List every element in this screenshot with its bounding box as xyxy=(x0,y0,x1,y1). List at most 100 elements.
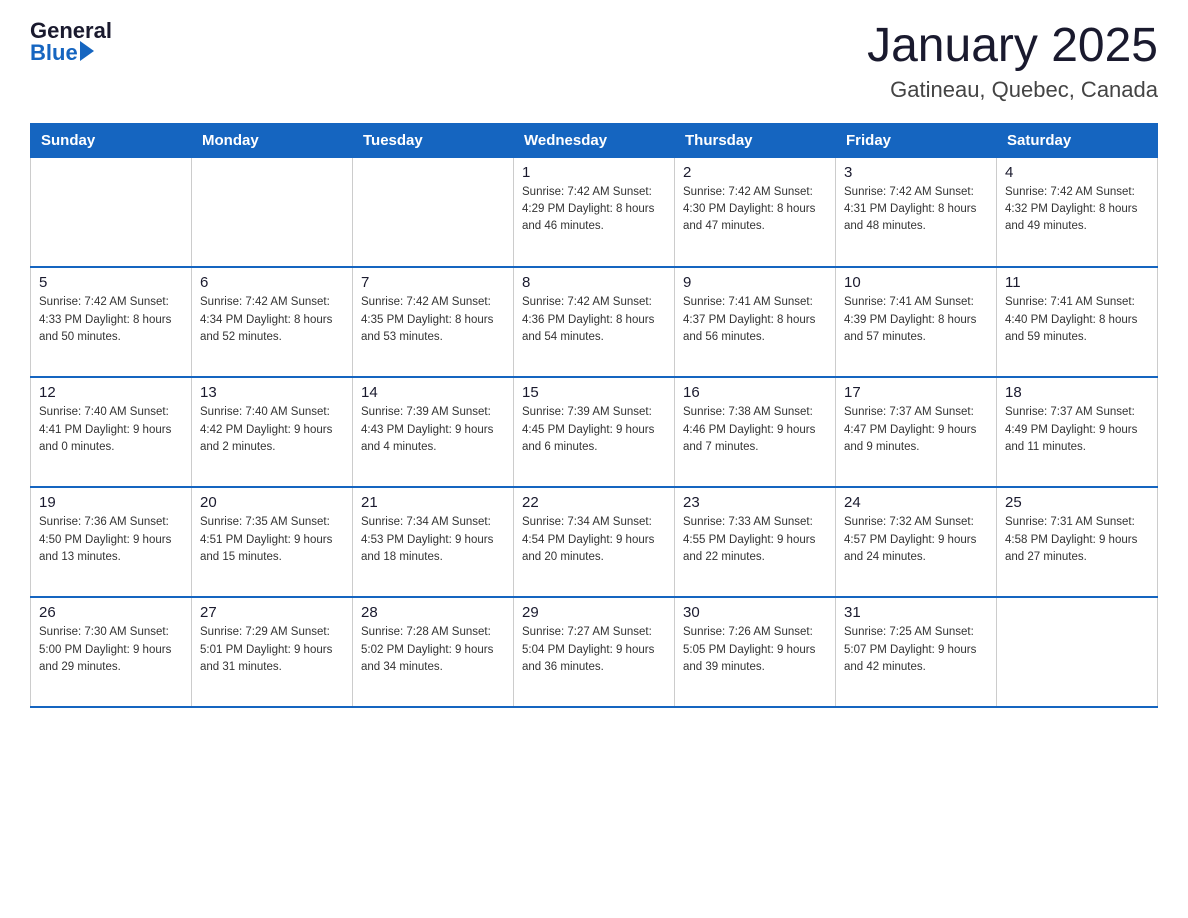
header-cell-thursday: Thursday xyxy=(675,123,836,157)
day-cell xyxy=(353,157,514,267)
title-area: January 2025 Gatineau, Quebec, Canada xyxy=(867,20,1158,103)
day-info: Sunrise: 7:29 AM Sunset: 5:01 PM Dayligh… xyxy=(200,624,344,676)
day-number: 24 xyxy=(844,494,988,511)
day-info: Sunrise: 7:40 AM Sunset: 4:41 PM Dayligh… xyxy=(39,404,183,456)
logo-arrow-icon xyxy=(80,41,94,61)
day-info: Sunrise: 7:36 AM Sunset: 4:50 PM Dayligh… xyxy=(39,514,183,566)
day-cell: 4Sunrise: 7:42 AM Sunset: 4:32 PM Daylig… xyxy=(997,157,1158,267)
day-info: Sunrise: 7:40 AM Sunset: 4:42 PM Dayligh… xyxy=(200,404,344,456)
day-info: Sunrise: 7:42 AM Sunset: 4:32 PM Dayligh… xyxy=(1005,184,1149,236)
header-cell-sunday: Sunday xyxy=(31,123,192,157)
day-cell: 1Sunrise: 7:42 AM Sunset: 4:29 PM Daylig… xyxy=(514,157,675,267)
day-number: 23 xyxy=(683,494,827,511)
day-cell: 19 Sunrise: 7:36 AM Sunset: 4:50 PM Dayli… xyxy=(31,487,192,597)
day-info: Sunrise: 7:42 AM Sunset: 4:36 PM Dayligh… xyxy=(522,294,666,346)
day-number: 1 xyxy=(522,164,666,181)
day-number: 26 xyxy=(39,604,183,621)
day-number: 3 xyxy=(844,164,988,181)
day-number: 19 xyxy=(39,494,183,511)
day-info: Sunrise: 7:27 AM Sunset: 5:04 PM Dayligh… xyxy=(522,624,666,676)
day-cell: 2Sunrise: 7:42 AM Sunset: 4:30 PM Daylig… xyxy=(675,157,836,267)
day-number: 5 xyxy=(39,274,183,291)
day-number: 27 xyxy=(200,604,344,621)
day-number: 31 xyxy=(844,604,988,621)
week-row-4: 19 Sunrise: 7:36 AM Sunset: 4:50 PM Dayli… xyxy=(31,487,1158,597)
header-cell-wednesday: Wednesday xyxy=(514,123,675,157)
day-number: 2 xyxy=(683,164,827,181)
day-cell: 26 Sunrise: 7:30 AM Sunset: 5:00 PM Dayli… xyxy=(31,597,192,707)
day-cell: 6 Sunrise: 7:42 AM Sunset: 4:34 PM Daylig… xyxy=(192,267,353,377)
day-number: 21 xyxy=(361,494,505,511)
day-number: 6 xyxy=(200,274,344,291)
day-number: 11 xyxy=(1005,274,1149,291)
day-number: 17 xyxy=(844,384,988,401)
day-number: 12 xyxy=(39,384,183,401)
calendar-body: 1Sunrise: 7:42 AM Sunset: 4:29 PM Daylig… xyxy=(31,157,1158,707)
day-number: 18 xyxy=(1005,384,1149,401)
day-number: 10 xyxy=(844,274,988,291)
day-number: 28 xyxy=(361,604,505,621)
day-cell: 27 Sunrise: 7:29 AM Sunset: 5:01 PM Dayli… xyxy=(192,597,353,707)
day-cell: 15Sunrise: 7:39 AM Sunset: 4:45 PM Dayli… xyxy=(514,377,675,487)
day-cell: 11 Sunrise: 7:41 AM Sunset: 4:40 PM Dayli… xyxy=(997,267,1158,377)
day-cell: 9 Sunrise: 7:41 AM Sunset: 4:37 PM Daylig… xyxy=(675,267,836,377)
day-cell: 3 Sunrise: 7:42 AM Sunset: 4:31 PM Daylig… xyxy=(836,157,997,267)
day-info: Sunrise: 7:37 AM Sunset: 4:49 PM Dayligh… xyxy=(1005,404,1149,456)
day-cell: 7 Sunrise: 7:42 AM Sunset: 4:35 PM Daylig… xyxy=(353,267,514,377)
day-number: 8 xyxy=(522,274,666,291)
day-cell: 22 Sunrise: 7:34 AM Sunset: 4:54 PM Dayli… xyxy=(514,487,675,597)
day-cell xyxy=(997,597,1158,707)
day-number: 29 xyxy=(522,604,666,621)
day-info: Sunrise: 7:39 AM Sunset: 4:43 PM Dayligh… xyxy=(361,404,505,456)
header-cell-saturday: Saturday xyxy=(997,123,1158,157)
day-cell: 12 Sunrise: 7:40 AM Sunset: 4:41 PM Dayli… xyxy=(31,377,192,487)
day-number: 9 xyxy=(683,274,827,291)
day-number: 22 xyxy=(522,494,666,511)
day-info: Sunrise: 7:30 AM Sunset: 5:00 PM Dayligh… xyxy=(39,624,183,676)
calendar-title: January 2025 xyxy=(867,20,1158,73)
day-info: Sunrise: 7:42 AM Sunset: 4:31 PM Dayligh… xyxy=(844,184,988,236)
week-row-1: 1Sunrise: 7:42 AM Sunset: 4:29 PM Daylig… xyxy=(31,157,1158,267)
header-cell-friday: Friday xyxy=(836,123,997,157)
day-info: Sunrise: 7:37 AM Sunset: 4:47 PM Dayligh… xyxy=(844,404,988,456)
day-number: 7 xyxy=(361,274,505,291)
day-info: Sunrise: 7:42 AM Sunset: 4:34 PM Dayligh… xyxy=(200,294,344,346)
day-cell: 30Sunrise: 7:26 AM Sunset: 5:05 PM Dayli… xyxy=(675,597,836,707)
day-info: Sunrise: 7:25 AM Sunset: 5:07 PM Dayligh… xyxy=(844,624,988,676)
day-cell: 31 Sunrise: 7:25 AM Sunset: 5:07 PM Dayli… xyxy=(836,597,997,707)
day-cell: 23Sunrise: 7:33 AM Sunset: 4:55 PM Dayli… xyxy=(675,487,836,597)
day-cell: 8 Sunrise: 7:42 AM Sunset: 4:36 PM Daylig… xyxy=(514,267,675,377)
logo-blue: Blue xyxy=(30,42,78,64)
day-info: Sunrise: 7:28 AM Sunset: 5:02 PM Dayligh… xyxy=(361,624,505,676)
day-cell: 28 Sunrise: 7:28 AM Sunset: 5:02 PM Dayli… xyxy=(353,597,514,707)
day-number: 20 xyxy=(200,494,344,511)
day-info: Sunrise: 7:42 AM Sunset: 4:33 PM Dayligh… xyxy=(39,294,183,346)
logo-text: General Blue xyxy=(30,20,112,64)
day-number: 25 xyxy=(1005,494,1149,511)
logo-general: General xyxy=(30,20,112,42)
day-info: Sunrise: 7:34 AM Sunset: 4:53 PM Dayligh… xyxy=(361,514,505,566)
day-cell xyxy=(192,157,353,267)
week-row-5: 26 Sunrise: 7:30 AM Sunset: 5:00 PM Dayli… xyxy=(31,597,1158,707)
day-cell: 25Sunrise: 7:31 AM Sunset: 4:58 PM Dayli… xyxy=(997,487,1158,597)
day-info: Sunrise: 7:38 AM Sunset: 4:46 PM Dayligh… xyxy=(683,404,827,456)
day-info: Sunrise: 7:41 AM Sunset: 4:39 PM Dayligh… xyxy=(844,294,988,346)
day-info: Sunrise: 7:42 AM Sunset: 4:35 PM Dayligh… xyxy=(361,294,505,346)
header-row: SundayMondayTuesdayWednesdayThursdayFrid… xyxy=(31,123,1158,157)
day-info: Sunrise: 7:32 AM Sunset: 4:57 PM Dayligh… xyxy=(844,514,988,566)
day-info: Sunrise: 7:41 AM Sunset: 4:40 PM Dayligh… xyxy=(1005,294,1149,346)
logo: General Blue xyxy=(30,20,112,64)
day-number: 14 xyxy=(361,384,505,401)
header-cell-tuesday: Tuesday xyxy=(353,123,514,157)
day-info: Sunrise: 7:39 AM Sunset: 4:45 PM Dayligh… xyxy=(522,404,666,456)
day-info: Sunrise: 7:34 AM Sunset: 4:54 PM Dayligh… xyxy=(522,514,666,566)
day-cell: 29 Sunrise: 7:27 AM Sunset: 5:04 PM Dayli… xyxy=(514,597,675,707)
day-cell: 17 Sunrise: 7:37 AM Sunset: 4:47 PM Dayli… xyxy=(836,377,997,487)
day-number: 30 xyxy=(683,604,827,621)
calendar-table: SundayMondayTuesdayWednesdayThursdayFrid… xyxy=(30,123,1158,709)
week-row-2: 5 Sunrise: 7:42 AM Sunset: 4:33 PM Daylig… xyxy=(31,267,1158,377)
day-cell xyxy=(31,157,192,267)
calendar-subtitle: Gatineau, Quebec, Canada xyxy=(867,77,1158,103)
page-header: General Blue January 2025 Gatineau, Queb… xyxy=(30,20,1158,103)
day-info: Sunrise: 7:41 AM Sunset: 4:37 PM Dayligh… xyxy=(683,294,827,346)
